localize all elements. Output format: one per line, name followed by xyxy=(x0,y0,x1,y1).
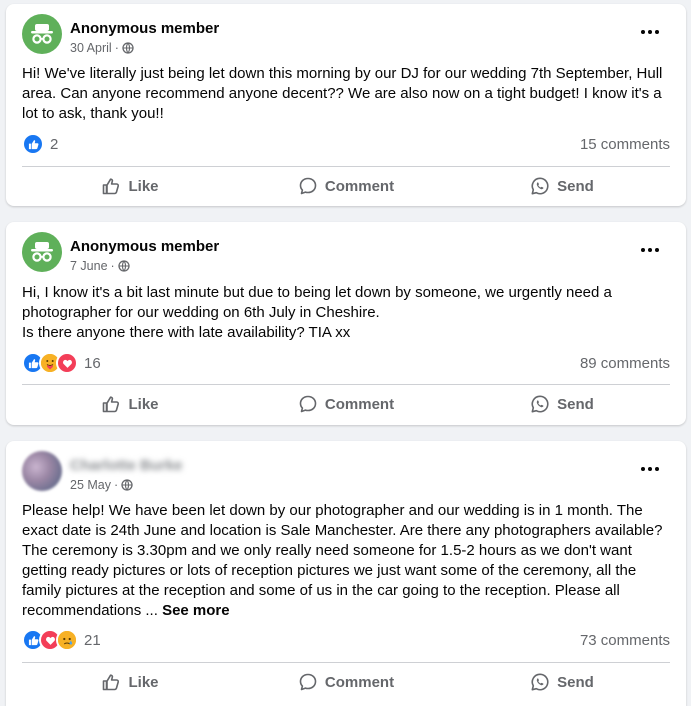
send-label: Send xyxy=(557,395,594,413)
more-options-button[interactable] xyxy=(638,238,662,262)
globe-icon xyxy=(121,479,133,491)
post-date[interactable]: 7 June xyxy=(70,259,108,273)
post-header: Anonymous member 30 April · xyxy=(22,14,662,58)
dot xyxy=(648,467,652,471)
send-button[interactable]: Send xyxy=(454,665,670,699)
like-button[interactable]: Like xyxy=(22,169,238,203)
incognito-icon xyxy=(31,24,53,44)
comments-count[interactable]: 73 comments xyxy=(580,632,670,649)
globe-icon xyxy=(118,260,130,272)
reaction-count: 21 xyxy=(84,631,101,649)
reactions-summary[interactable]: 21 xyxy=(22,629,101,651)
anonymous-avatar[interactable] xyxy=(22,14,62,54)
post-meta: 30 April · xyxy=(70,41,134,55)
post-meta: 25 May · xyxy=(70,478,133,492)
post-stats: 2 15 comments xyxy=(22,133,670,155)
dot xyxy=(654,467,659,471)
reactions-summary[interactable]: 2 xyxy=(22,133,58,155)
reactions-summary[interactable]: 16 xyxy=(22,352,101,374)
comments-count[interactable]: 15 comments xyxy=(580,136,670,153)
post-stats: 21 73 comments xyxy=(22,629,670,651)
comment-bubble-icon xyxy=(299,395,317,413)
comment-bubble-icon xyxy=(299,177,317,195)
profile-avatar[interactable] xyxy=(22,451,62,491)
reaction-count: 2 xyxy=(50,135,59,153)
dot xyxy=(654,248,659,252)
comment-button[interactable]: Comment xyxy=(238,169,454,203)
comment-button[interactable]: Comment xyxy=(238,665,454,699)
author-name[interactable]: Anonymous member xyxy=(70,20,219,37)
post-meta: 7 June · xyxy=(70,259,130,273)
dot xyxy=(654,30,659,34)
globe-icon xyxy=(122,42,134,54)
divider xyxy=(22,384,670,385)
post-header: Anonymous member 7 June · xyxy=(22,232,662,276)
thumbs-up-icon xyxy=(103,674,120,691)
like-button[interactable]: Like xyxy=(22,387,238,421)
post-actions: Like Comment Send xyxy=(22,169,670,203)
anonymous-avatar[interactable] xyxy=(22,232,62,272)
post-actions: Like Comment Send xyxy=(22,387,670,421)
send-button[interactable]: Send xyxy=(454,387,670,421)
post-text-line: Hi, I know it's a bit last minute but du… xyxy=(22,284,612,321)
post-actions: Like Comment Send xyxy=(22,665,670,699)
reaction-count: 16 xyxy=(84,354,101,372)
dot xyxy=(641,248,646,252)
post-text: Please help! We have been let down by ou… xyxy=(22,501,672,621)
like-reaction-icon xyxy=(22,133,44,155)
post-text-line: Is there anyone there with late availabi… xyxy=(22,324,351,341)
divider xyxy=(22,662,670,663)
separator-dot: · xyxy=(114,478,119,492)
post-text-content: Please help! We have been let down by ou… xyxy=(22,502,663,619)
send-label: Send xyxy=(557,177,594,195)
separator-dot: · xyxy=(114,41,119,55)
more-options-button[interactable] xyxy=(638,457,662,481)
comment-label: Comment xyxy=(324,177,395,195)
post-date[interactable]: 25 May xyxy=(70,478,111,492)
post-card: Anonymous member 7 June · Hi, I know it'… xyxy=(6,222,686,425)
post-card: Charlotte Burke 25 May · Please help! We… xyxy=(6,441,686,706)
sad-reaction-icon xyxy=(56,629,78,651)
dot xyxy=(648,30,652,34)
post-stats: 16 89 comments xyxy=(22,352,670,374)
dot xyxy=(641,30,646,34)
like-label: Like xyxy=(128,177,159,195)
more-options-button[interactable] xyxy=(638,20,662,44)
comment-label: Comment xyxy=(324,673,395,691)
dot xyxy=(641,467,646,471)
incognito-icon xyxy=(31,242,53,262)
thumbs-up-icon xyxy=(103,178,120,195)
post-card: Anonymous member 30 April · Hi! We've li… xyxy=(6,4,686,206)
send-button[interactable]: Send xyxy=(454,169,670,203)
comment-bubble-icon xyxy=(299,673,317,691)
post-date[interactable]: 30 April xyxy=(70,41,112,55)
send-label: Send xyxy=(557,673,594,691)
love-reaction-icon xyxy=(56,352,78,374)
dot xyxy=(648,248,652,252)
comment-label: Comment xyxy=(324,395,395,413)
whatsapp-icon xyxy=(531,395,549,413)
see-more-link[interactable]: See more xyxy=(162,602,230,619)
like-label: Like xyxy=(128,673,159,691)
comment-button[interactable]: Comment xyxy=(238,387,454,421)
post-text: Hi! We've literally just being let down … xyxy=(22,65,663,122)
divider xyxy=(22,166,670,167)
author-name[interactable]: Anonymous member xyxy=(70,238,219,255)
comments-count[interactable]: 89 comments xyxy=(580,355,670,372)
like-button[interactable]: Like xyxy=(22,665,238,699)
post-header: Charlotte Burke 25 May · xyxy=(22,451,662,495)
like-label: Like xyxy=(128,395,159,413)
thumbs-up-icon xyxy=(103,396,120,413)
post-text: Hi, I know it's a bit last minute but du… xyxy=(22,283,672,343)
whatsapp-icon xyxy=(531,177,549,195)
separator-dot: · xyxy=(110,259,115,273)
whatsapp-icon xyxy=(531,673,549,691)
author-name[interactable]: Charlotte Burke xyxy=(70,457,183,474)
